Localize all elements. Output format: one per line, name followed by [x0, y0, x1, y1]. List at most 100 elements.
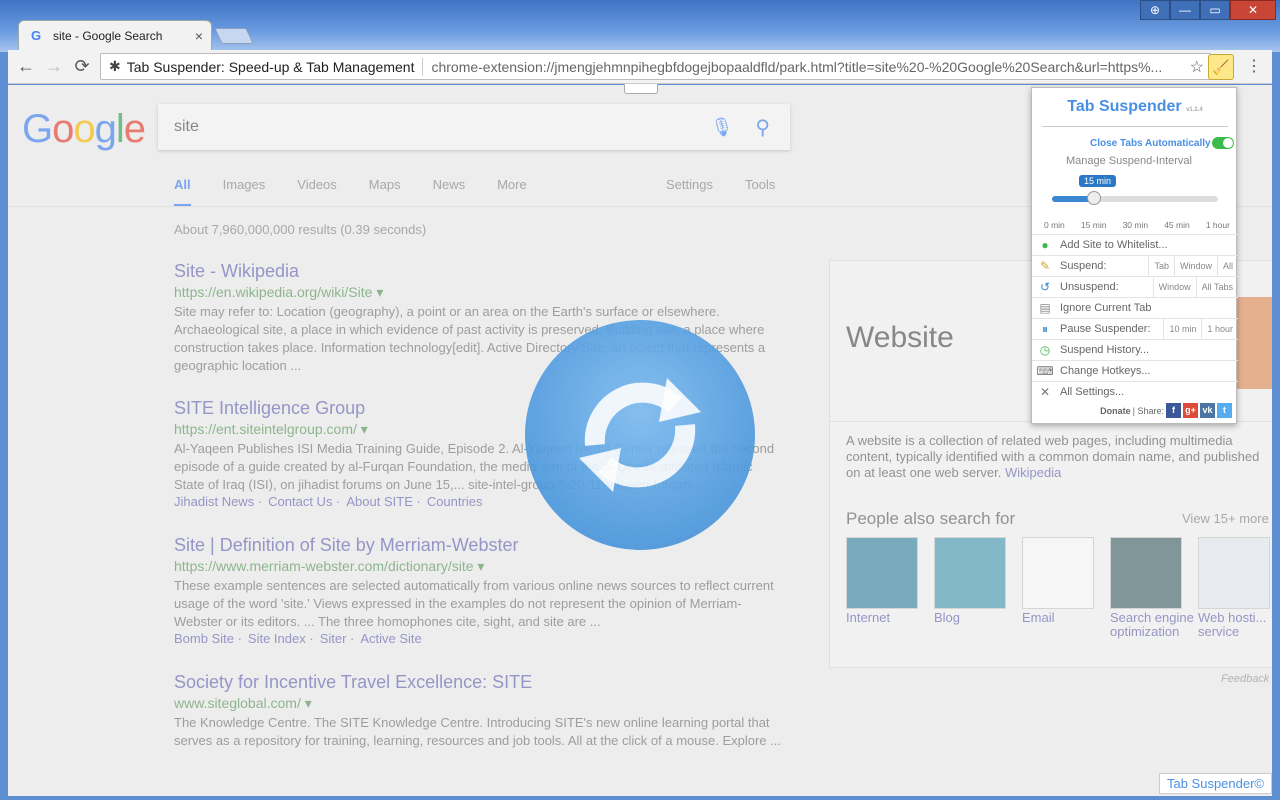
back-button[interactable]: ← [12, 56, 40, 77]
browser-tab[interactable]: G site - Google Search × [18, 20, 212, 50]
feedback-link[interactable]: Feedback [1221, 673, 1269, 685]
result-title[interactable]: Site | Definition of Site by Merriam-Web… [174, 535, 784, 556]
interval-slider-thumb[interactable] [1086, 191, 1101, 205]
popup-row-option[interactable]: All [1216, 255, 1238, 277]
related-tile-label[interactable]: Internet [846, 611, 934, 625]
popup-row[interactable]: ✕ All Settings... [1032, 381, 1238, 402]
popup-row[interactable]: ↺ Unsuspend: Window All Tabs [1032, 276, 1238, 298]
address-separator [422, 57, 424, 76]
popup-row-label[interactable]: Change Hotkeys... [1060, 365, 1238, 377]
search-tab-settings[interactable]: Settings [666, 177, 713, 192]
result-sitelinks: Bomb Site · Site Index · Siter · Active Sit… [174, 631, 784, 646]
reload-button[interactable]: ⟳ [68, 56, 96, 77]
popup-row[interactable]: ● Add Site to Whitelist... [1032, 234, 1238, 255]
sitelink[interactable]: Siter · [320, 631, 355, 646]
search-tab-images[interactable]: Images [223, 177, 266, 207]
popup-row-option[interactable]: 1 hour [1201, 318, 1238, 340]
popup-row-label[interactable]: Suspend History... [1060, 344, 1238, 356]
popup-row-label[interactable]: Ignore Current Tab [1060, 302, 1238, 314]
result-url[interactable]: https://en.wikipedia.org/wiki/Site ▾ [174, 284, 784, 301]
result-title[interactable]: Site - Wikipedia [174, 261, 784, 282]
search-input[interactable]: site 🎙 ⚲ [158, 104, 790, 150]
address-bar[interactable]: ✱ Tab Suspender: Speed-up & Tab Manageme… [100, 53, 1211, 80]
reload-spinner[interactable] [525, 320, 755, 550]
chrome-menu-icon[interactable]: ⋮ [1246, 56, 1262, 76]
tab-suspender-extension-button[interactable]: 🧹 [1208, 54, 1234, 80]
popup-row[interactable]: ⏸ Pause Suspender: 10 min 1 hour [1032, 318, 1238, 340]
popup-row-option[interactable]: Window [1152, 276, 1196, 298]
share-icon[interactable]: t [1217, 403, 1232, 418]
popup-row[interactable]: ⌨ Change Hotkeys... [1032, 360, 1238, 381]
popup-row-label[interactable]: Unsuspend: [1060, 281, 1153, 293]
close-tabs-auto-label: Close Tabs Automatically [1090, 138, 1211, 149]
sitelink[interactable]: Active Site [360, 631, 421, 646]
related-tile-label[interactable]: Blog [934, 611, 1022, 625]
user-icon[interactable]: ⊕ [1140, 0, 1170, 20]
search-tab-videos[interactable]: Videos [297, 177, 337, 207]
donate-link[interactable]: Donate [1100, 406, 1131, 416]
search-tab-more[interactable]: More [497, 177, 527, 207]
search-tab-news[interactable]: News [433, 177, 466, 207]
related-tile[interactable]: Search engine optimization [1110, 537, 1198, 639]
result-url[interactable]: www.siteglobal.com/ ▾ [174, 695, 784, 712]
share-icon[interactable]: f [1166, 403, 1181, 418]
forward-button[interactable]: → [40, 56, 68, 77]
search-query[interactable]: site [174, 118, 710, 136]
sitelink[interactable]: Jihadist News · [174, 494, 262, 509]
related-tile-image[interactable] [1198, 537, 1270, 609]
result-title[interactable]: Society for Incentive Travel Excellence:… [174, 672, 784, 693]
logo-letter: o [73, 107, 95, 151]
sitelink[interactable]: Contact Us · [268, 494, 340, 509]
popup-row-option[interactable]: Tab [1148, 255, 1174, 277]
share-icon[interactable]: vk [1200, 403, 1215, 418]
related-tile[interactable]: Internet [846, 537, 934, 639]
popup-row-option[interactable]: 10 min [1163, 318, 1201, 340]
close-window-button[interactable]: ✕ [1230, 0, 1276, 20]
top-grip-handle[interactable] [624, 84, 658, 94]
share-icon[interactable]: g+ [1183, 403, 1198, 418]
refresh-arrows-icon [579, 378, 701, 492]
close-tabs-auto-toggle[interactable] [1212, 137, 1234, 149]
popup-row-option[interactable]: Window [1173, 255, 1217, 277]
minimize-button[interactable]: — [1170, 0, 1200, 20]
related-tile-image[interactable] [1022, 537, 1094, 609]
logo-letter: G [22, 107, 53, 151]
related-tile[interactable]: Web hosti... service [1198, 537, 1272, 639]
interval-slider[interactable] [1052, 191, 1218, 205]
knowledge-source-link[interactable]: Wikipedia [1005, 465, 1061, 480]
address-url[interactable]: chrome-extension://jmengjehmnpihegbfdoge… [431, 59, 1183, 75]
popup-row[interactable]: ✎ Suspend: Tab Window All [1032, 255, 1238, 277]
popup-row[interactable]: ◷ Suspend History... [1032, 339, 1238, 360]
popup-row[interactable]: ▤ Ignore Current Tab [1032, 297, 1238, 318]
popup-row-label[interactable]: All Settings... [1060, 386, 1238, 398]
microphone-icon[interactable]: 🎙 [710, 117, 733, 138]
search-icon[interactable]: ⚲ [755, 115, 770, 140]
tab-suspender-popup: Tab Suspender v1.2.4 Close Tabs Automati… [1031, 87, 1238, 424]
tab-close-icon[interactable]: × [195, 28, 203, 44]
new-tab-button[interactable] [214, 28, 254, 44]
related-tile-label[interactable]: Search engine optimization [1110, 611, 1198, 639]
popup-row-label[interactable]: Add Site to Whitelist... [1060, 239, 1238, 251]
related-tile-image[interactable] [846, 537, 918, 609]
tab-suspender-badge[interactable]: Tab Suspender© [1159, 773, 1272, 794]
related-tile[interactable]: Blog [934, 537, 1022, 639]
search-tab-maps[interactable]: Maps [369, 177, 401, 207]
sitelink[interactable]: About SITE · [346, 494, 420, 509]
sitelink[interactable]: Site Index · [248, 631, 314, 646]
maximize-button[interactable]: ▭ [1200, 0, 1230, 20]
popup-row-label[interactable]: Suspend: [1060, 260, 1148, 272]
search-tab-all[interactable]: All [174, 177, 191, 207]
related-tile-image[interactable] [934, 537, 1006, 609]
result-url[interactable]: https://www.merriam-webster.com/dictiona… [174, 558, 784, 575]
related-tile-label[interactable]: Web hosti... service [1198, 611, 1272, 639]
sitelink[interactable]: Countries [427, 494, 483, 509]
sitelink[interactable]: Bomb Site · [174, 631, 242, 646]
popup-row-option[interactable]: All Tabs [1195, 276, 1238, 298]
popup-row-label[interactable]: Pause Suspender: [1060, 323, 1163, 335]
search-tab-tools[interactable]: Tools [745, 177, 775, 192]
bookmark-star-icon[interactable]: ☆ [1190, 57, 1204, 77]
related-tile-image[interactable] [1110, 537, 1182, 609]
view-more-link[interactable]: View 15+ more [1182, 511, 1269, 526]
related-tile-label[interactable]: Email [1022, 611, 1110, 625]
related-tile[interactable]: Email [1022, 537, 1110, 639]
